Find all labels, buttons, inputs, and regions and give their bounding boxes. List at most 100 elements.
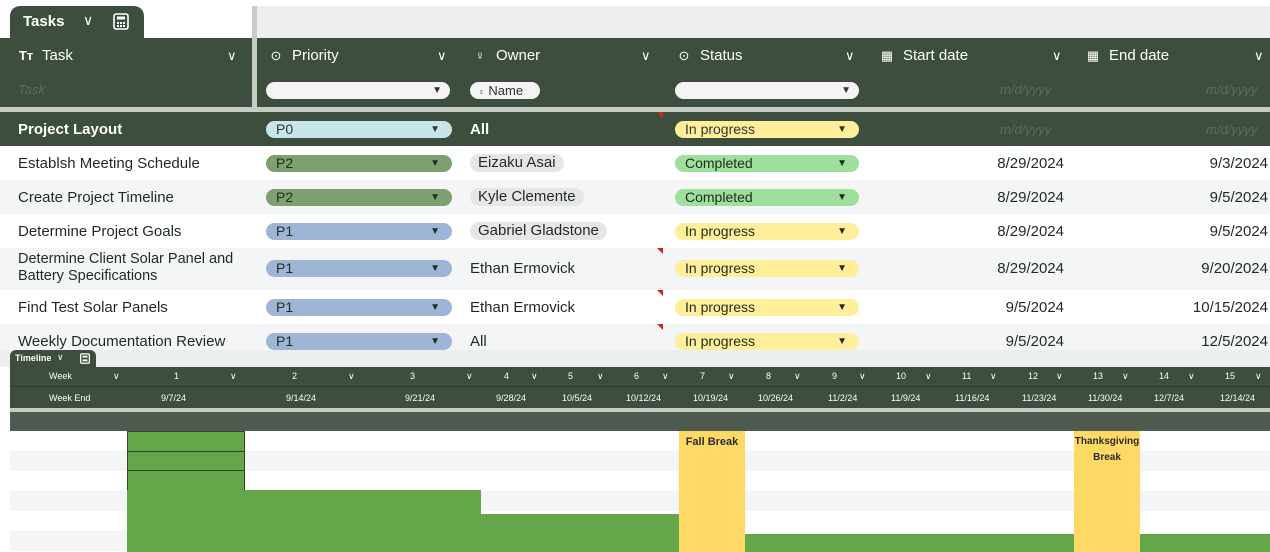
calculator-icon[interactable]: [113, 13, 129, 30]
chevron-down-icon[interactable]: ∨: [845, 38, 855, 73]
column-header-priority[interactable]: ⊙ Priority: [268, 38, 339, 73]
table-row[interactable]: Establsh Meeting Schedule P2 ▼ Eizaku Asa…: [0, 146, 1270, 180]
table-row[interactable]: Project Layout P0 ▼ All In progress ▼ m/d/…: [0, 112, 1270, 146]
end-date-cell[interactable]: 10/15/2024: [1160, 299, 1268, 316]
status-chip[interactable]: In progress ▼: [675, 299, 859, 316]
owner-cell[interactable]: All: [470, 121, 489, 138]
start-date-cell[interactable]: 8/29/2024: [960, 223, 1064, 240]
start-date-cell[interactable]: 9/5/2024: [960, 333, 1064, 350]
task-filter-input[interactable]: Task: [18, 82, 45, 97]
status-chip[interactable]: Completed ▼: [675, 189, 859, 206]
chevron-down-icon[interactable]: ∨: [230, 367, 237, 386]
chevron-down-icon[interactable]: ∨: [531, 367, 538, 386]
column-header-status[interactable]: ⊙ Status: [676, 38, 743, 73]
sheet-tab-timeline[interactable]: Timeline ∨: [10, 350, 96, 367]
end-date-cell[interactable]: 9/20/2024: [1160, 260, 1268, 277]
task-cell[interactable]: Create Project Timeline: [18, 189, 174, 206]
status-chip[interactable]: Completed ▼: [675, 155, 859, 172]
task-cell[interactable]: Determine Project Goals: [18, 223, 181, 240]
task-cell[interactable]: Determine Client Solar Panel and Battery…: [18, 251, 233, 285]
start-date-cell[interactable]: 8/29/2024: [960, 155, 1064, 172]
start-date-filter-input[interactable]: m/d/yyyy: [1000, 82, 1051, 97]
chevron-down-icon[interactable]: ∨: [466, 367, 473, 386]
chevron-down-icon[interactable]: ∨: [1056, 367, 1063, 386]
calculator-icon[interactable]: [80, 353, 90, 364]
chevron-down-icon[interactable]: ∨: [348, 367, 355, 386]
chevron-down-icon[interactable]: ∨: [1122, 367, 1129, 386]
timeline-bar[interactable]: [743, 534, 1070, 552]
week-end-date: 10/5/24: [562, 393, 593, 403]
status-chip[interactable]: In progress ▼: [675, 121, 859, 138]
status-filter-select[interactable]: ▼: [675, 82, 859, 99]
chevron-down-icon[interactable]: ∨: [1188, 367, 1195, 386]
end-date-cell[interactable]: 9/5/2024: [1160, 189, 1268, 206]
priority-filter-select[interactable]: ▼: [266, 82, 450, 99]
owner-filter-input[interactable]: ♀ Name: [470, 82, 540, 99]
column-header-end-date[interactable]: ▦ End date: [1085, 38, 1169, 73]
priority-chip[interactable]: P2 ▼: [266, 189, 452, 206]
task-cell[interactable]: Find Test Solar Panels: [18, 299, 168, 316]
status-chip[interactable]: In progress ▼: [675, 333, 859, 350]
sheet-tab-tasks[interactable]: Tasks ∨: [10, 6, 144, 38]
status-chip[interactable]: In progress ▼: [675, 260, 859, 277]
owner-cell[interactable]: Kyle Clemente: [470, 188, 584, 206]
task-cell[interactable]: Weekly Documentation Review: [18, 333, 225, 350]
end-date-cell[interactable]: m/d/yyyy: [1206, 122, 1257, 137]
chevron-down-icon[interactable]: ∨: [57, 352, 64, 363]
task-cell[interactable]: Project Layout: [18, 121, 122, 138]
task-cell[interactable]: Establsh Meeting Schedule: [18, 155, 200, 172]
chevron-down-icon[interactable]: ∨: [859, 367, 866, 386]
owner-cell[interactable]: All: [470, 333, 487, 350]
priority-chip[interactable]: P0 ▼: [266, 121, 452, 138]
chevron-down-icon[interactable]: ∨: [794, 367, 801, 386]
timeline-cell-filled[interactable]: [127, 451, 245, 471]
end-date-cell[interactable]: 9/3/2024: [1160, 155, 1268, 172]
priority-label: P1: [276, 299, 294, 315]
table-row[interactable]: Weekly Documentation Review P1 ▼ All In p…: [0, 324, 1270, 350]
status-chip[interactable]: In progress ▼: [675, 223, 859, 240]
chevron-down-icon[interactable]: ∨: [990, 367, 997, 386]
column-header-task[interactable]: Tт Task: [18, 38, 73, 73]
tab-bar-background: [256, 6, 1270, 38]
chevron-down-icon[interactable]: ∨: [113, 367, 120, 386]
start-date-cell[interactable]: 8/29/2024: [960, 260, 1064, 277]
priority-chip[interactable]: P1 ▼: [266, 223, 452, 240]
timeline-bar[interactable]: [127, 490, 481, 552]
table-row[interactable]: Find Test Solar Panels P1 ▼ Ethan Ermovic…: [0, 290, 1270, 324]
person-icon: ♀: [475, 48, 485, 63]
priority-chip[interactable]: P2 ▼: [266, 155, 452, 172]
priority-chip[interactable]: P1 ▼: [266, 260, 452, 277]
chevron-down-icon[interactable]: ∨: [728, 367, 735, 386]
owner-cell[interactable]: Gabriel Gladstone: [470, 222, 607, 240]
table-row[interactable]: Determine Project Goals P1 ▼ Gabriel Glad…: [0, 214, 1270, 248]
priority-chip[interactable]: P1 ▼: [266, 333, 452, 350]
owner-cell[interactable]: Ethan Ermovick: [470, 260, 575, 277]
column-header-owner[interactable]: ♀ Owner: [472, 38, 540, 73]
timeline-cell-filled[interactable]: [127, 470, 245, 491]
chevron-down-icon[interactable]: ∨: [437, 38, 447, 73]
priority-chip[interactable]: P1 ▼: [266, 299, 452, 316]
timeline-cell-filled[interactable]: [127, 431, 245, 452]
owner-cell[interactable]: Ethan Ermovick: [470, 299, 575, 316]
chevron-down-icon[interactable]: ∨: [641, 38, 651, 73]
end-date-filter-input[interactable]: m/d/yyyy: [1206, 82, 1257, 97]
timeline-tab-bar: [0, 350, 1270, 367]
start-date-cell[interactable]: m/d/yyyy: [1000, 122, 1051, 137]
end-date-cell[interactable]: 12/5/2024: [1160, 333, 1268, 350]
table-row[interactable]: Determine Client Solar Panel and Battery…: [0, 248, 1270, 290]
chevron-down-icon[interactable]: ∨: [597, 367, 604, 386]
owner-cell[interactable]: Eizaku Asai: [470, 154, 564, 172]
end-date-cell[interactable]: 9/5/2024: [1160, 223, 1268, 240]
chevron-down-icon[interactable]: ∨: [1254, 38, 1264, 73]
chevron-down-icon[interactable]: ∨: [662, 367, 669, 386]
chevron-down-icon[interactable]: ∨: [227, 38, 237, 73]
chevron-down-icon[interactable]: ∨: [1255, 367, 1262, 386]
table-row[interactable]: Create Project Timeline P2 ▼ Kyle Clement…: [0, 180, 1270, 214]
chevron-down-icon[interactable]: ∨: [925, 367, 932, 386]
chevron-down-icon[interactable]: ∨: [83, 12, 93, 29]
start-date-cell[interactable]: 9/5/2024: [960, 299, 1064, 316]
chevron-down-icon[interactable]: ∨: [1052, 38, 1062, 73]
column-header-start-date[interactable]: ▦ Start date: [879, 38, 968, 73]
status-label: Completed: [685, 189, 753, 205]
start-date-cell[interactable]: 8/29/2024: [960, 189, 1064, 206]
